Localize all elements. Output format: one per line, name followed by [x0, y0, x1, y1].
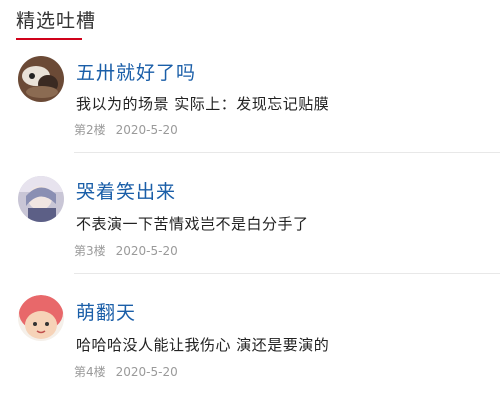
comment-date: 2020-5-20: [115, 244, 178, 258]
avatar[interactable]: [18, 176, 64, 222]
comment-floor: 第3楼: [74, 244, 106, 258]
comment-text: 我以为的场景 实际上：发现忘记贴膜: [76, 95, 330, 113]
comment-username[interactable]: 哭着笑出来: [76, 180, 176, 204]
comment-floor: 第4楼: [74, 365, 106, 379]
section-title-underline: [16, 38, 82, 40]
section-title: 精选吐槽: [16, 10, 97, 32]
avatar[interactable]: [18, 56, 64, 102]
comment-divider: [74, 273, 500, 274]
comment-divider: [74, 152, 500, 153]
comment-meta: 第4楼 2020-5-20: [74, 364, 188, 380]
comment-date: 2020-5-20: [115, 365, 178, 379]
comment-text: 哈哈哈没人能让我伤心 演还是要演的: [76, 336, 330, 354]
comment-username[interactable]: 萌翻天: [76, 301, 136, 325]
avatar[interactable]: [18, 295, 64, 341]
comment-meta: 第2楼 2020-5-20: [74, 122, 188, 138]
comment-meta: 第3楼 2020-5-20: [74, 243, 188, 259]
comment-text: 不表演一下苦情戏岂不是白分手了: [76, 215, 309, 233]
comment-username[interactable]: 五卅就好了吗: [76, 61, 196, 85]
section-header: 精选吐槽: [16, 8, 97, 40]
comment-floor: 第2楼: [74, 123, 106, 137]
comment-date: 2020-5-20: [115, 123, 178, 137]
